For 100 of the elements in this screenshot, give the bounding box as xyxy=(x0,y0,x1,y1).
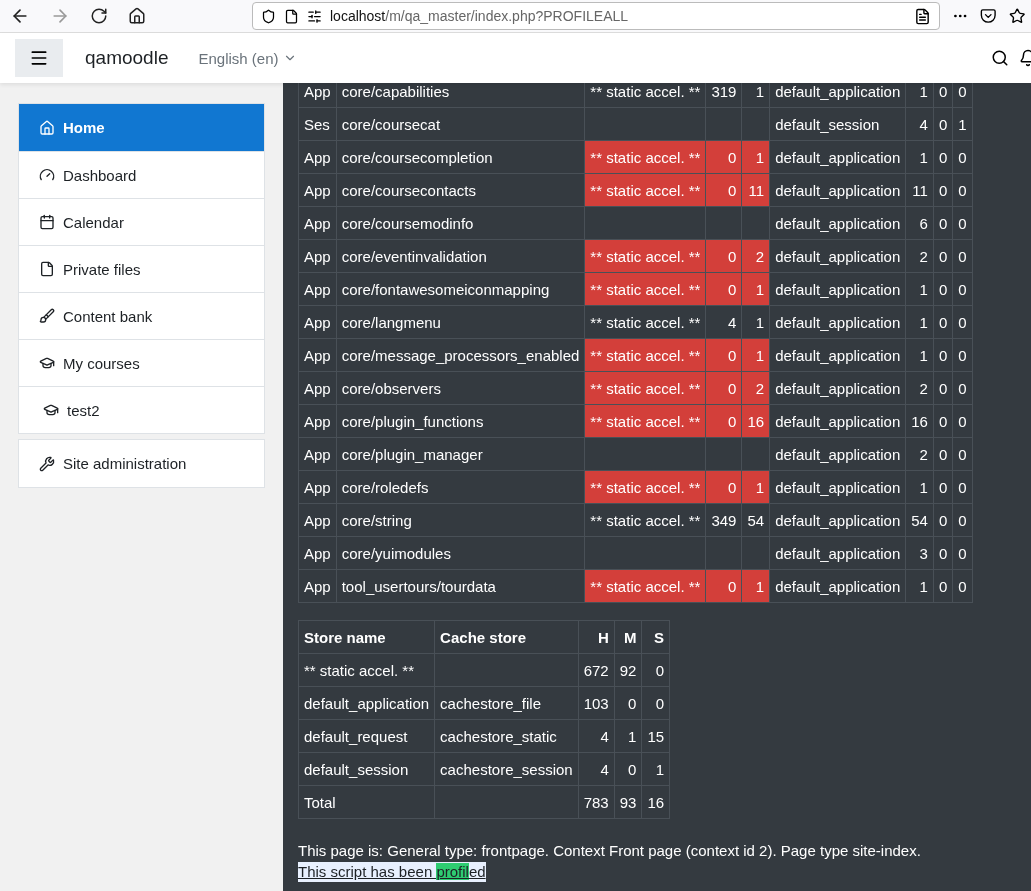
table-cell: core/eventinvalidation xyxy=(336,239,585,273)
pocket-icon[interactable] xyxy=(980,7,997,25)
table-cell: core/langmenu xyxy=(336,305,585,339)
table-cell: core/message_processors_enabled xyxy=(336,338,585,372)
table-cell: 0 xyxy=(952,470,973,504)
table-cell: 54 xyxy=(905,503,934,537)
table-cell: 0 xyxy=(933,206,953,240)
table-cell: default_application xyxy=(769,173,906,207)
gauge-icon xyxy=(39,167,55,183)
table-cell: ** static accel. ** xyxy=(584,569,706,603)
table-cell: ** static accel. ** xyxy=(584,503,706,537)
search-icon[interactable] xyxy=(991,49,1009,67)
nav-item-label: Private files xyxy=(63,260,141,278)
table-cell: App xyxy=(298,470,337,504)
table-cell: 0 xyxy=(933,338,953,372)
table-cell: 783 xyxy=(578,785,615,819)
table-cell: 0 xyxy=(952,140,973,174)
table-cell xyxy=(705,107,742,141)
table-cell: 0 xyxy=(933,305,953,339)
column-header: S xyxy=(641,620,670,654)
table-cell: default_application xyxy=(769,140,906,174)
table-cell: 0 xyxy=(952,272,973,306)
table-cell: App xyxy=(298,173,337,207)
language-menu[interactable]: English (en) xyxy=(198,49,297,67)
menu-button[interactable] xyxy=(15,39,63,77)
table-cell xyxy=(741,437,770,471)
table-cell: Total xyxy=(298,785,435,819)
table-cell: 0 xyxy=(952,206,973,240)
table-cell: cachestore_static xyxy=(434,719,579,753)
reload-icon xyxy=(90,7,108,25)
table-cell: 93 xyxy=(614,785,642,819)
home-icon xyxy=(39,119,55,136)
menu-icon xyxy=(29,48,49,68)
site-name[interactable]: qamoodle xyxy=(85,47,169,69)
table-cell: core/capabilities xyxy=(336,83,585,108)
table-cell: 2 xyxy=(905,437,934,471)
table-cell: App xyxy=(298,503,337,537)
table-cell: 1 xyxy=(614,719,642,753)
nav-item-label: My courses xyxy=(63,354,140,372)
shield-icon xyxy=(261,8,276,24)
table-cell: default_session xyxy=(298,752,435,786)
table-cell: default_application xyxy=(769,338,906,372)
table-cell: ** static accel. ** xyxy=(584,371,706,405)
reader-view-icon[interactable] xyxy=(913,7,931,25)
table-cell: core/plugin_manager xyxy=(336,437,585,471)
table-cell: 0 xyxy=(952,239,973,273)
table-cell: ** static accel. ** xyxy=(584,272,706,306)
table-cell: 1 xyxy=(905,272,934,306)
table-cell: 1 xyxy=(905,83,934,108)
table-cell: 4 xyxy=(578,719,615,753)
table-cell: 1 xyxy=(952,107,973,141)
table-cell: default_application xyxy=(769,272,906,306)
table-cell: default_application xyxy=(769,569,906,603)
table-cell: core/coursecompletion xyxy=(336,140,585,174)
table-cell: ** static accel. ** xyxy=(584,305,706,339)
address-bar[interactable]: localhost/m/qa_master/index.php?PROFILEALL xyxy=(252,2,940,30)
graduation-cap-icon xyxy=(43,402,59,418)
column-header: M xyxy=(614,620,642,654)
table-cell: 11 xyxy=(905,173,934,207)
table-cell: 1 xyxy=(905,305,934,339)
profiled-link[interactable]: This script has been profiled xyxy=(298,862,486,882)
table-cell: 0 xyxy=(952,305,973,339)
file-icon xyxy=(39,261,55,277)
table-cell: default_application xyxy=(769,437,906,471)
bookmark-star-icon[interactable] xyxy=(1008,7,1025,25)
table-cell: core/coursecontacts xyxy=(336,173,585,207)
table-cell: App xyxy=(298,83,337,108)
table-cell: 0 xyxy=(933,239,953,273)
table-cell: tool_usertours/tourdata xyxy=(336,569,585,603)
table-cell xyxy=(705,206,742,240)
table-cell: ** static accel. ** xyxy=(584,173,706,207)
table-cell: 2 xyxy=(905,371,934,405)
table-cell: ** static accel. ** xyxy=(584,140,706,174)
table-cell: 0 xyxy=(933,470,953,504)
table-cell: 0 xyxy=(952,404,973,438)
table-cell: core/yuimodules xyxy=(336,536,585,570)
wrench-icon xyxy=(39,455,55,472)
column-header: H xyxy=(578,620,615,654)
table-cell: 0 xyxy=(933,569,953,603)
table-cell: 1 xyxy=(905,470,934,504)
table-cell: Ses xyxy=(298,107,337,141)
table-cell: ** static accel. ** xyxy=(584,83,706,108)
table-cell: 16 xyxy=(641,785,670,819)
table-cell: default_session xyxy=(769,107,906,141)
table-cell: default_application xyxy=(298,686,435,720)
permissions-icon xyxy=(307,8,322,24)
table-cell: App xyxy=(298,239,337,273)
table-cell: ** static accel. ** xyxy=(584,338,706,372)
table-cell: 0 xyxy=(952,371,973,405)
table-cell: 0 xyxy=(952,437,973,471)
nav-item-label: Site administration xyxy=(63,455,187,472)
table-cell: 0 xyxy=(952,569,973,603)
table-cell: 0 xyxy=(933,503,953,537)
page-icon xyxy=(284,8,299,24)
table-cell: 1 xyxy=(905,140,934,174)
table-cell: 103 xyxy=(578,686,615,720)
table-cell: 0 xyxy=(614,752,642,786)
table-cell: core/coursecat xyxy=(336,107,585,141)
nav-item[interactable]: Home xyxy=(19,104,264,151)
table-cell: App xyxy=(298,569,337,603)
